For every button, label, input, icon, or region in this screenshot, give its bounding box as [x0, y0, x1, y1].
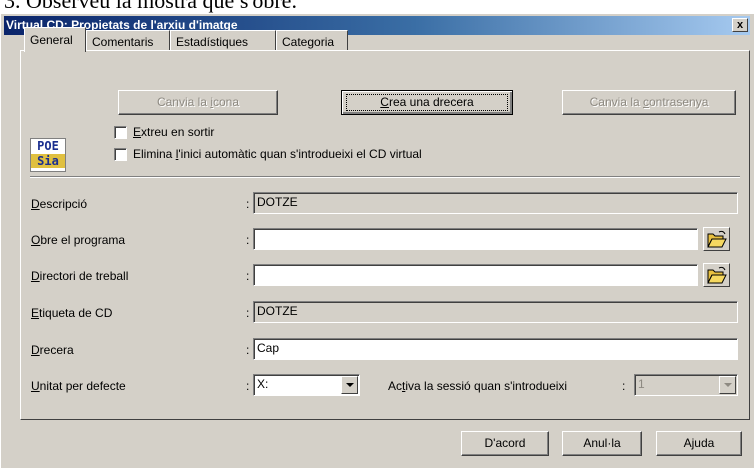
working-dir-colon: :	[246, 269, 250, 283]
document-instruction-text: 3. Observeu la mostra que s'obre.	[4, 0, 297, 13]
chevron-down-icon[interactable]	[341, 376, 358, 394]
open-program-label-rest: bre el programa	[40, 233, 126, 247]
create-shortcut-button[interactable]: Crea una drecera	[341, 90, 513, 115]
tab-comentaris[interactable]: Comentaris	[86, 30, 170, 51]
eject-on-exit-checkbox[interactable]	[114, 126, 127, 139]
default-drive-label-rest: nitat per defecte	[39, 379, 126, 393]
session-colon: :	[622, 379, 626, 393]
default-drive-label: Unitat per defecte	[31, 379, 126, 393]
session-label-a: Ac	[388, 379, 403, 393]
tab-estadistiques[interactable]: Estadístiques	[170, 30, 276, 51]
description-label-key: D	[31, 197, 40, 211]
ok-button[interactable]: D'acord	[461, 431, 549, 456]
open-folder-icon	[707, 266, 727, 284]
browse-program-button[interactable]	[703, 227, 730, 251]
open-program-label: Obre el programa	[31, 233, 125, 247]
logo-line-2: Sia	[31, 154, 65, 168]
change-password-button[interactable]: Canvia la contrasenya	[562, 90, 736, 115]
tab-general-label: General	[30, 33, 73, 47]
shortcut-label: Drecera	[31, 343, 74, 357]
remove-autostart-checkbox[interactable]	[114, 148, 127, 161]
remove-autostart-label[interactable]: Elimina l'inici automàtic quan s'introdu…	[133, 147, 422, 161]
tab-categoria-label: Categoria	[282, 35, 335, 49]
shortcut-label-key: D	[31, 343, 40, 357]
description-label-rest: escripció	[39, 197, 88, 211]
eject-label-key: E	[133, 125, 142, 139]
browse-dir-button[interactable]	[703, 263, 730, 287]
open-program-input[interactable]	[253, 228, 698, 250]
working-dir-label-rest: irectori de treball	[39, 269, 129, 283]
change-password-label-b: ontrasenya	[649, 95, 709, 109]
cd-label-label-key: E	[31, 306, 40, 320]
shortcut-input[interactable]: Cap	[253, 338, 738, 360]
tab-categoria[interactable]: Categoria	[276, 30, 348, 51]
session-select[interactable]: 1	[634, 374, 738, 396]
description-label: Descripció	[31, 197, 87, 211]
help-button[interactable]: Ajuda	[656, 431, 742, 456]
change-password-label-a: Canvia la	[589, 95, 643, 109]
default-drive-label-key: U	[31, 379, 40, 393]
default-drive-select[interactable]: X:	[253, 374, 360, 396]
tab-comentaris-label: Comentaris	[92, 35, 154, 49]
cancel-button[interactable]: Anul·la	[562, 431, 642, 456]
logo-line-1: POE	[37, 139, 59, 153]
shortcut-colon: :	[246, 343, 250, 357]
chevron-down-icon[interactable]	[719, 376, 736, 394]
focus-rectangle	[346, 94, 508, 111]
shortcut-label-rest: recera	[39, 343, 74, 357]
default-drive-value: X:	[257, 377, 269, 391]
description-field: DOTZE	[253, 192, 738, 214]
cd-label-label: Etiqueta de CD	[31, 306, 112, 320]
change-icon-label-b: cona	[213, 95, 240, 109]
working-dir-input[interactable]	[253, 264, 698, 286]
working-dir-label: Directori de treball	[31, 269, 128, 283]
close-button[interactable]: x	[732, 18, 748, 32]
default-drive-colon: :	[246, 379, 250, 393]
description-colon: :	[246, 197, 250, 211]
working-dir-label-key: D	[31, 269, 40, 283]
open-folder-icon	[707, 230, 727, 248]
cd-label-field: DOTZE	[253, 301, 738, 323]
section-divider	[30, 176, 740, 178]
session-value: 1	[638, 377, 645, 391]
open-program-colon: :	[246, 233, 250, 247]
eject-label-b: xtreu en sortir	[141, 125, 215, 139]
close-icon: x	[736, 19, 744, 31]
poesia-logo: POE Sia	[30, 138, 66, 172]
activate-session-label: Activa la sessió quan s'introdueixi	[388, 379, 567, 393]
autostart-label-a: Elimina	[133, 147, 176, 161]
change-icon-label-a: Canvia la	[156, 95, 211, 109]
eject-on-exit-label[interactable]: Extreu en sortir	[133, 125, 214, 139]
autostart-label-b: 'inici automàtic quan s'introdueixi el C…	[178, 147, 422, 161]
open-program-label-key: O	[31, 233, 41, 247]
change-icon-button[interactable]: Canvia la icona	[118, 90, 278, 115]
cd-label-colon: :	[246, 306, 250, 320]
cd-label-label-rest: tiqueta de CD	[39, 306, 113, 320]
session-label-b: iva la sessió quan s'introdueixi	[405, 379, 568, 393]
tab-estadistiques-label: Estadístiques	[176, 35, 249, 49]
tab-general[interactable]: General	[24, 27, 86, 52]
